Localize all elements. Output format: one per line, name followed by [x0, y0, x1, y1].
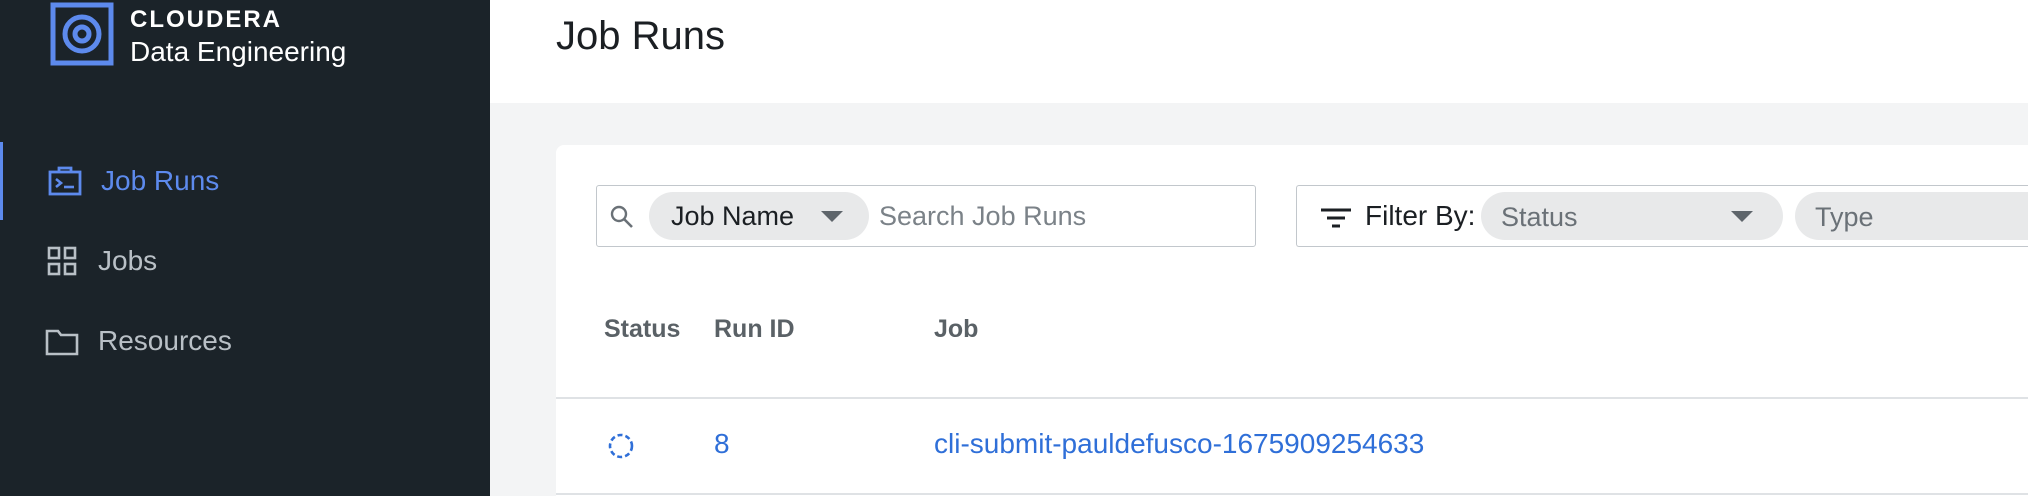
column-header-run-id[interactable]: Run ID	[714, 315, 795, 344]
search-box[interactable]: Job Name	[596, 185, 1256, 247]
brand-name: CLOUDERA	[130, 6, 282, 33]
run-id-link[interactable]: 8	[714, 428, 730, 460]
sidebar-item-resources[interactable]: Resources	[0, 302, 490, 380]
grid-icon	[47, 246, 77, 276]
column-header-status[interactable]: Status	[604, 315, 680, 344]
search-input[interactable]	[879, 194, 1239, 238]
search-field-select[interactable]: Job Name	[649, 192, 869, 240]
terminal-briefcase-icon	[48, 166, 82, 196]
filter-label: Filter By:	[1365, 200, 1476, 231]
job-runs-card: Job Name Filter By: Status Type Status R…	[556, 145, 2028, 496]
folder-icon	[45, 329, 79, 356]
job-name-link[interactable]: cli-submit-pauldefusco-1675909254633	[934, 428, 1424, 460]
search-field-label: Job Name	[671, 201, 795, 231]
table-row-divider	[556, 493, 2028, 495]
brand-product: Data Engineering	[130, 36, 347, 67]
sidebar-item-jobs[interactable]: Jobs	[0, 222, 490, 300]
running-status-icon	[608, 433, 634, 459]
sidebar-item-label: Jobs	[98, 245, 158, 276]
status-filter-label: Status	[1501, 202, 1578, 232]
page-header: Job Runs	[490, 0, 2028, 103]
table-header-divider	[556, 397, 2028, 399]
filter-icon	[1321, 208, 1351, 228]
type-filter-label: Type	[1815, 202, 1874, 232]
type-filter-select[interactable]: Type	[1795, 192, 2028, 240]
page-title: Job Runs	[556, 14, 725, 58]
filter-bar: Filter By: Status Type	[1296, 185, 2028, 247]
caret-down-icon	[1731, 211, 1753, 222]
caret-down-icon	[821, 211, 843, 222]
sidebar-item-job-runs[interactable]: Job Runs	[0, 142, 490, 220]
sidebar-item-label: Resources	[98, 325, 232, 356]
sidebar-item-label: Job Runs	[101, 165, 220, 196]
cloudera-logo-icon[interactable]	[50, 2, 114, 66]
search-icon	[610, 205, 633, 228]
sidebar: CLOUDERA Data Engineering Job Runs Jobs …	[0, 0, 490, 496]
status-filter-select[interactable]: Status	[1481, 192, 1783, 240]
column-header-job[interactable]: Job	[934, 315, 978, 344]
